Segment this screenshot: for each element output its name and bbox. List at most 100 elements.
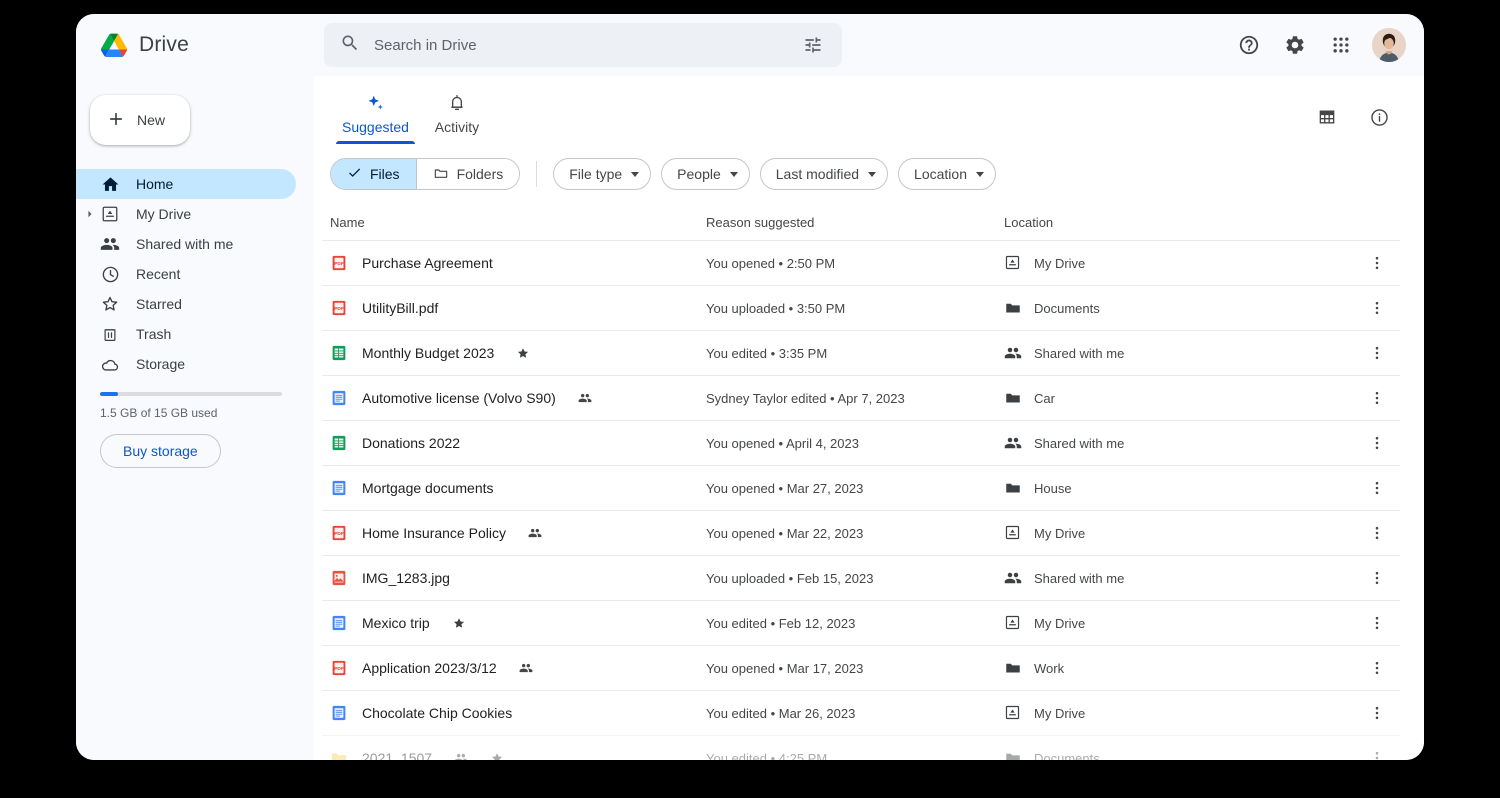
reason-suggested: You opened • 2:50 PM: [706, 255, 836, 271]
table-row[interactable]: Mortgage documents You opened • Mar 27, 2…: [322, 465, 1400, 510]
sidebar-item-home[interactable]: Home: [76, 169, 296, 199]
column-header-reason: Reason suggested: [706, 214, 815, 230]
column-header-name: Name: [330, 214, 365, 230]
chevron-down-icon: [975, 171, 984, 177]
file-location[interactable]: My Drive: [1004, 524, 1348, 542]
filter-last-modified[interactable]: Last modified: [759, 158, 889, 190]
table-row[interactable]: Donations 2022 You opened • April 4, 2023…: [322, 420, 1400, 465]
sidebar-item-starred[interactable]: Starred: [76, 289, 296, 319]
file-name: Mexico trip: [362, 615, 430, 631]
search-input[interactable]: [374, 36, 784, 54]
file-location[interactable]: Documents: [1004, 749, 1348, 760]
table-row[interactable]: PDF Application 2023/3/12 You opened • Mar…: [322, 645, 1400, 690]
filter-files-button[interactable]: Files: [331, 159, 416, 189]
row-more-button[interactable]: [1362, 428, 1392, 458]
row-more-button[interactable]: [1362, 653, 1392, 683]
filter-location[interactable]: Location: [898, 158, 996, 190]
shared-badge-icon: [528, 526, 542, 540]
row-more-button[interactable]: [1362, 473, 1392, 503]
reason-suggested: You opened • Mar 22, 2023: [706, 525, 864, 541]
sidebar-item-shared-with-me[interactable]: Shared with me: [76, 229, 296, 259]
file-name: Purchase Agreement: [362, 255, 493, 271]
filters: Files Folders File type People Last modi…: [322, 144, 1400, 204]
location-label: House: [1034, 480, 1072, 496]
chevron-right-icon[interactable]: [85, 209, 95, 219]
chevron-down-icon: [868, 171, 877, 177]
table-row[interactable]: IMG_1283.jpg You uploaded • Feb 15, 2023 S…: [322, 555, 1400, 600]
row-more-button[interactable]: [1362, 743, 1392, 760]
storage-usage-text: 1.5 GB of 15 GB used: [100, 406, 218, 420]
svg-text:PDF: PDF: [334, 666, 344, 672]
star-filled-icon[interactable]: [516, 346, 530, 360]
tab-activity[interactable]: Activity: [421, 85, 493, 144]
my-drive-icon: [100, 204, 120, 224]
file-location[interactable]: Shared with me: [1004, 344, 1348, 362]
tune-icon[interactable]: [798, 30, 828, 60]
file-location[interactable]: My Drive: [1004, 704, 1348, 722]
sidebar-item-recent[interactable]: Recent: [76, 259, 296, 289]
row-more-button[interactable]: [1362, 383, 1392, 413]
trash-icon: [100, 324, 120, 344]
star-filled-icon[interactable]: [452, 616, 466, 630]
file-location[interactable]: Shared with me: [1004, 569, 1348, 587]
row-more-button[interactable]: [1362, 338, 1392, 368]
file-location[interactable]: Documents: [1004, 299, 1348, 317]
info-icon[interactable]: [1364, 102, 1394, 132]
location-label: Documents: [1034, 300, 1100, 316]
avatar[interactable]: [1372, 28, 1406, 62]
column-header-location: Location: [1004, 214, 1054, 230]
settings-icon[interactable]: [1280, 30, 1310, 60]
file-location[interactable]: My Drive: [1004, 254, 1348, 272]
reason-suggested: You edited • 3:35 PM: [706, 345, 828, 361]
file-location[interactable]: Car: [1004, 389, 1348, 407]
row-more-button[interactable]: [1362, 293, 1392, 323]
row-more-button[interactable]: [1362, 518, 1392, 548]
row-more-button[interactable]: [1362, 608, 1392, 638]
filter-folders-button[interactable]: Folders: [415, 159, 520, 189]
row-more-button[interactable]: [1362, 698, 1392, 728]
filter-people[interactable]: People: [661, 158, 750, 190]
row-more-button[interactable]: [1362, 563, 1392, 593]
help-icon[interactable]: [1234, 30, 1264, 60]
table-row[interactable]: Chocolate Chip Cookies You edited • Mar 2…: [322, 690, 1400, 735]
file-location[interactable]: House: [1004, 479, 1348, 497]
new-button[interactable]: New: [90, 95, 190, 145]
table-row[interactable]: Mexico trip You edited • Feb 12, 2023 My D…: [322, 600, 1400, 645]
sidebar-item-my-drive[interactable]: My Drive: [76, 199, 296, 229]
folder-icon: [1004, 389, 1022, 407]
row-more-button[interactable]: [1362, 248, 1392, 278]
folder-icon: [1004, 299, 1022, 317]
tab-label: Suggested: [342, 119, 409, 135]
search-bar[interactable]: [324, 23, 842, 67]
file-name: Mortgage documents: [362, 480, 494, 496]
table-row[interactable]: 2021_1507 You edited • 4:25 PM Documents: [322, 735, 1400, 760]
file-list: PDF Purchase Agreement You opened • 2:50 P…: [322, 240, 1400, 760]
buy-storage-button[interactable]: Buy storage: [100, 434, 221, 468]
shared-badge-icon: [454, 751, 468, 760]
apps-grid-icon[interactable]: [1326, 30, 1356, 60]
file-location[interactable]: Work: [1004, 659, 1348, 677]
sidebar-item-label: Home: [136, 176, 174, 192]
table-row[interactable]: PDF Purchase Agreement You opened • 2:50 P…: [322, 240, 1400, 285]
sidebar-item-label: Storage: [136, 356, 186, 372]
file-location[interactable]: Shared with me: [1004, 434, 1348, 452]
star-filled-icon[interactable]: [490, 751, 504, 760]
storage-progress-bar: [100, 392, 282, 396]
filter-file-type[interactable]: File type: [553, 158, 652, 190]
location-label: My Drive: [1034, 525, 1086, 541]
table-row[interactable]: Automotive license (Volvo S90) Sydney Tay…: [322, 375, 1400, 420]
file-location[interactable]: My Drive: [1004, 614, 1348, 632]
sidebar-item-trash[interactable]: Trash: [76, 319, 296, 349]
table-row[interactable]: Monthly Budget 2023 You edited • 3:35 PM S…: [322, 330, 1400, 375]
table-row[interactable]: PDF Home Insurance Policy You opened • Mar…: [322, 510, 1400, 555]
grid-view-icon[interactable]: [1312, 102, 1342, 132]
storage-progress-fill: [100, 392, 119, 396]
main-content: Suggested Activity Files Folders File ty…: [314, 76, 1424, 760]
filter-folders-label: Folders: [456, 166, 504, 182]
bell-icon: [447, 91, 467, 115]
brand: Drive: [90, 33, 314, 57]
table-row[interactable]: PDF UtilityBill.pdf You uploaded • 3:50 PM…: [322, 285, 1400, 330]
tab-suggested[interactable]: Suggested: [330, 85, 421, 144]
sidebar-item-storage[interactable]: Storage: [76, 349, 296, 379]
people-icon: [1004, 569, 1022, 587]
